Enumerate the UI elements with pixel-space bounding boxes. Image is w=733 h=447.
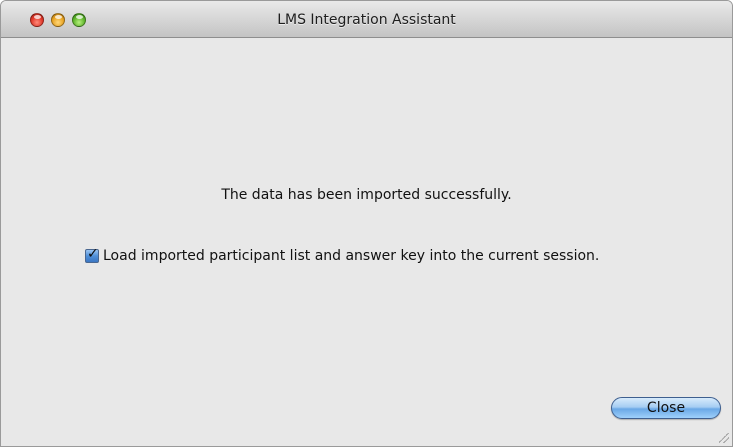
title-bar[interactable]: LMS Integration Assistant xyxy=(1,1,732,38)
window-title: LMS Integration Assistant xyxy=(277,12,456,28)
dialog-content: The data has been imported successfully.… xyxy=(1,38,732,446)
load-session-checkbox[interactable]: ✓ xyxy=(85,246,99,263)
load-session-option[interactable]: ✓ Load imported participant list and ans… xyxy=(85,247,599,265)
dialog-window: LMS Integration Assistant The data has b… xyxy=(0,0,733,447)
resize-grip-icon[interactable] xyxy=(719,433,729,443)
success-message: The data has been imported successfully. xyxy=(221,187,512,203)
checkmark-icon: ✓ xyxy=(87,246,99,262)
close-button[interactable]: Close xyxy=(611,397,721,419)
load-session-label[interactable]: Load imported participant list and answe… xyxy=(103,248,599,264)
